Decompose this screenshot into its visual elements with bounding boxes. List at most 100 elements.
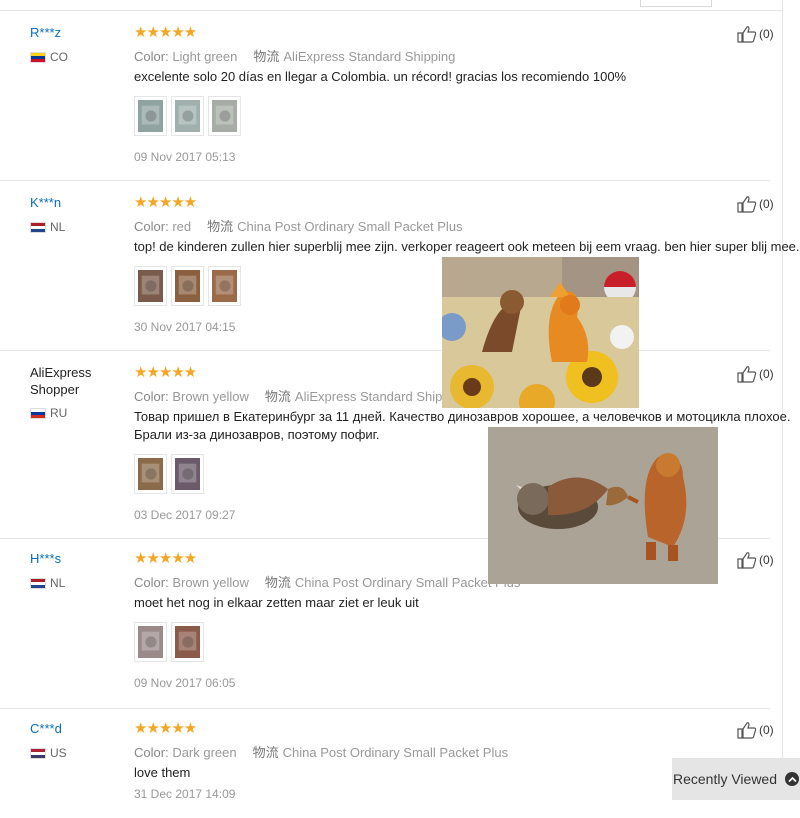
shipping-icon: 物流 [207, 219, 234, 234]
review-photo-thumbnail[interactable] [134, 96, 167, 136]
review-date: 03 Dec 2017 09:27 [134, 508, 236, 522]
review-date: 09 Nov 2017 05:13 [134, 150, 236, 164]
shipping-method: China Post Ordinary Small Packet Plus [294, 575, 521, 590]
country-flag-icon [30, 407, 46, 419]
color-value: Dark green [172, 745, 237, 760]
helpful-count: (0) [759, 723, 774, 737]
rating-stars: ★★★★★ [134, 550, 197, 567]
shipping-icon: 物流 [264, 389, 291, 404]
color-value: Brown yellow [172, 389, 249, 404]
shipping-icon: 物流 [252, 745, 279, 760]
helpful-button[interactable]: (0) [737, 25, 774, 43]
reviewer-name[interactable]: K***n [30, 194, 61, 211]
reviewer-name[interactable]: R***z [30, 24, 61, 41]
review-photo-thumbnail[interactable] [208, 266, 241, 306]
helpful-count: (0) [759, 367, 774, 381]
country-flag-icon [30, 221, 46, 233]
rating-stars: ★★★★★ [134, 194, 197, 211]
review-photos [134, 622, 204, 662]
country-code: NL [50, 576, 66, 590]
review-divider [0, 350, 770, 351]
shipping-icon: 物流 [264, 575, 291, 590]
review-divider [0, 180, 770, 181]
review-photo-thumbnail[interactable] [171, 96, 204, 136]
review-photo-popup-dinosaurs-carpet [488, 427, 718, 584]
review-date: 30 Nov 2017 04:15 [134, 320, 236, 334]
recently-viewed-label: Recently Viewed [672, 771, 778, 787]
reviewer-name[interactable]: C***d [30, 720, 62, 737]
shipping-method: China Post Ordinary Small Packet Plus [282, 745, 509, 760]
reviewer-country: NL [30, 220, 65, 234]
country-code: RU [50, 406, 68, 420]
helpful-button[interactable]: (0) [737, 721, 774, 739]
review-text: excelente solo 20 días en llegar a Colom… [134, 69, 627, 84]
helpful-count: (0) [759, 197, 774, 211]
review-meta: Color: Dark green 物流 China Post Ordinary S… [134, 742, 508, 761]
thumbs-up-icon [737, 26, 757, 43]
shipping-method: China Post Ordinary Small Packet Plus [237, 219, 463, 234]
review-photos [134, 96, 241, 136]
country-code: NL [50, 220, 66, 234]
country-flag-icon [30, 51, 46, 63]
review-photo-thumbnail[interactable] [171, 454, 204, 494]
country-code: US [50, 746, 67, 760]
review-photo-thumbnail[interactable] [208, 96, 241, 136]
country-flag-icon [30, 577, 46, 589]
review-item: C***d US ★★★★★ Color: Dark green 物流 China Pos… [0, 718, 782, 818]
rating-stars: ★★★★★ [134, 720, 197, 737]
review-photo-thumbnail[interactable] [171, 266, 204, 306]
review-item: R***z CO ★★★★★ Color: Light green 物流 AliExpre… [0, 22, 782, 181]
content-right-border [782, 0, 783, 800]
color-value: Light green [172, 49, 238, 64]
review-text: moet het nog in elkaar zetten maar ziet … [134, 595, 419, 610]
review-photo-thumbnail[interactable] [171, 622, 204, 662]
helpful-button[interactable]: (0) [737, 551, 774, 569]
chevron-up-icon[interactable] [785, 772, 800, 786]
review-photo-thumbnail[interactable] [134, 454, 167, 494]
helpful-button[interactable]: (0) [737, 365, 774, 383]
review-text: Брали из-за динозавров, поэтому пофиг. [134, 427, 380, 442]
thumbs-up-icon [737, 366, 757, 383]
review-item: K***n NL ★★★★★ Color: red 物流 China Post Ordin… [0, 192, 800, 351]
reviewer-country: US [30, 746, 67, 760]
color-label: Color: [134, 575, 169, 590]
color-label: Color: [134, 745, 169, 760]
review-meta: Color: Brown yellow 物流 AliExpress Standard… [134, 386, 467, 405]
color-label: Color: [134, 219, 169, 234]
thumbs-up-icon [737, 722, 757, 739]
review-photos [134, 266, 241, 306]
color-value: red [172, 219, 192, 234]
reviewer-country: RU [30, 406, 67, 420]
helpful-count: (0) [759, 553, 774, 567]
reviewer-name[interactable]: H***s [30, 550, 61, 567]
review-photo-thumbnail[interactable] [134, 622, 167, 662]
review-photo-thumbnail[interactable] [134, 266, 167, 306]
review-date: 31 Dec 2017 14:09 [134, 787, 236, 801]
review-divider [0, 708, 770, 709]
reviewer-country: NL [30, 576, 65, 590]
review-text: top! de kinderen zullen hier superblij m… [134, 239, 800, 254]
country-code: CO [50, 50, 68, 64]
sort-dropdown-edge[interactable] [640, 0, 712, 7]
thumbs-up-icon [737, 196, 757, 213]
review-meta: Color: red 物流 China Post Ordinary Small Pa… [134, 216, 463, 235]
review-photos [134, 454, 204, 494]
shipping-icon: 物流 [253, 49, 280, 64]
review-date: 09 Nov 2017 06:05 [134, 676, 236, 690]
top-divider [0, 10, 782, 11]
rating-stars: ★★★★★ [134, 364, 197, 381]
recently-viewed-bar[interactable]: Recently Viewed [672, 758, 800, 800]
reviewer-country: CO [30, 50, 68, 64]
review-meta: Color: Brown yellow 物流 China Post Ordinary… [134, 572, 520, 591]
thumbs-up-icon [737, 552, 757, 569]
rating-stars: ★★★★★ [134, 24, 197, 41]
color-label: Color: [134, 389, 169, 404]
shipping-method: AliExpress Standard Shipping [283, 49, 456, 64]
review-text: love them [134, 765, 191, 780]
color-label: Color: [134, 49, 169, 64]
review-meta: Color: Light green 物流 AliExpress Standard … [134, 46, 455, 65]
helpful-button[interactable]: (0) [737, 195, 774, 213]
country-flag-icon [30, 747, 46, 759]
helpful-count: (0) [759, 27, 774, 41]
reviewer-name: AliExpress Shopper [30, 365, 92, 397]
